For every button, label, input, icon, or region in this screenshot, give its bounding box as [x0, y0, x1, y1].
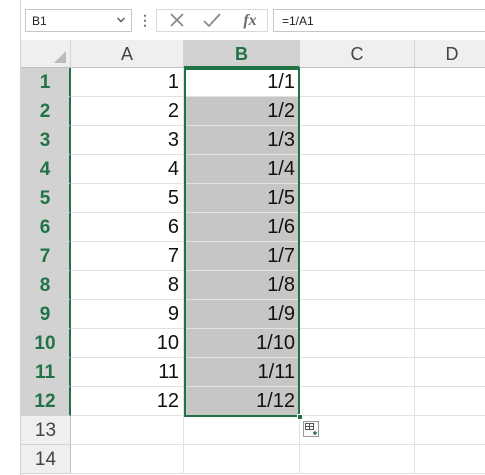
row-header-12[interactable]: 12 [21, 387, 71, 416]
cell-c10[interactable] [300, 329, 415, 358]
cell-a13[interactable] [71, 416, 184, 445]
cell-c2[interactable] [300, 97, 415, 126]
cell-d6[interactable] [415, 213, 485, 242]
cell-c1[interactable] [300, 68, 415, 97]
row-header-14[interactable]: 14 [21, 445, 71, 474]
cell-a11[interactable]: 11 [71, 358, 184, 387]
cell-a8[interactable]: 8 [71, 271, 184, 300]
cell-d10[interactable] [415, 329, 485, 358]
cell-c4[interactable] [300, 155, 415, 184]
formula-bar: B1 ⋮ fx =1/A1 [0, 0, 485, 40]
row-header-4[interactable]: 4 [21, 155, 71, 184]
window-edge [20, 0, 21, 40]
cell-c6[interactable] [300, 213, 415, 242]
cell-d11[interactable] [415, 358, 485, 387]
cell-d8[interactable] [415, 271, 485, 300]
cell-a9[interactable]: 9 [71, 300, 184, 329]
cell-d12[interactable] [415, 387, 485, 416]
cell-c3[interactable] [300, 126, 415, 155]
cell-d14[interactable] [415, 445, 485, 474]
cell-b8[interactable]: 1/8 [184, 271, 300, 300]
quick-analysis-icon[interactable] [303, 421, 319, 437]
formula-tools: fx [156, 9, 268, 32]
row-header-3[interactable]: 3 [21, 126, 71, 155]
cell-d3[interactable] [415, 126, 485, 155]
cell-a4[interactable]: 4 [71, 155, 184, 184]
chevron-down-icon[interactable] [116, 12, 126, 31]
column-header-c[interactable]: C [300, 40, 415, 68]
cell-b10[interactable]: 1/10 [184, 329, 300, 358]
cell-d7[interactable] [415, 242, 485, 271]
cell-b4[interactable]: 1/4 [184, 155, 300, 184]
row-header-6[interactable]: 6 [21, 213, 71, 242]
formula-value: =1/A1 [282, 14, 314, 28]
cell-a2[interactable]: 2 [71, 97, 184, 126]
row-header-11[interactable]: 11 [21, 358, 71, 387]
cell-d4[interactable] [415, 155, 485, 184]
enter-check-icon[interactable] [202, 10, 222, 32]
cell-a14[interactable] [71, 445, 184, 474]
column-header-b[interactable]: B [184, 40, 300, 68]
cell-b1[interactable]: 1/1 [184, 68, 300, 97]
cell-a3[interactable]: 3 [71, 126, 184, 155]
cell-c5[interactable] [300, 184, 415, 213]
cell-b11[interactable]: 1/11 [184, 358, 300, 387]
cell-c8[interactable] [300, 271, 415, 300]
cell-a1[interactable]: 1 [71, 68, 184, 97]
row-header-2[interactable]: 2 [21, 97, 71, 126]
row-header-10[interactable]: 10 [21, 329, 71, 358]
cell-d5[interactable] [415, 184, 485, 213]
insert-function-icon[interactable]: fx [239, 10, 261, 32]
cell-b6[interactable]: 1/6 [184, 213, 300, 242]
column-header-a[interactable]: A [71, 40, 184, 68]
cell-b7[interactable]: 1/7 [184, 242, 300, 271]
cell-d9[interactable] [415, 300, 485, 329]
cell-a10[interactable]: 10 [71, 329, 184, 358]
formula-input[interactable]: =1/A1 [273, 9, 485, 32]
cell-b2[interactable]: 1/2 [184, 97, 300, 126]
fill-handle[interactable] [297, 414, 303, 420]
row-header-1[interactable]: 1 [21, 68, 71, 97]
row-header-7[interactable]: 7 [21, 242, 71, 271]
cell-b9[interactable]: 1/9 [184, 300, 300, 329]
cell-c9[interactable] [300, 300, 415, 329]
cell-b3[interactable]: 1/3 [184, 126, 300, 155]
more-options-icon[interactable]: ⋮ [138, 11, 152, 29]
row-header-5[interactable]: 5 [21, 184, 71, 213]
row-header-9[interactable]: 9 [21, 300, 71, 329]
row-header-8[interactable]: 8 [21, 271, 71, 300]
cell-d2[interactable] [415, 97, 485, 126]
cell-d13[interactable] [415, 416, 485, 445]
name-box-value: B1 [32, 14, 47, 28]
cell-d1[interactable] [415, 68, 485, 97]
cell-b5[interactable]: 1/5 [184, 184, 300, 213]
column-header-d[interactable]: D [415, 40, 485, 68]
cell-b14[interactable] [184, 445, 300, 474]
cell-c7[interactable] [300, 242, 415, 271]
cell-b13[interactable] [184, 416, 300, 445]
select-all-button[interactable] [21, 40, 71, 68]
cell-a6[interactable]: 6 [71, 213, 184, 242]
spreadsheet-grid: ABCD 1 1 1/1 2 2 1/2 3 3 1/3 4 4 1/4 5 5 1/5 6 6 1/6 7 7 1/7… [0, 40, 485, 475]
cell-c14[interactable] [300, 445, 415, 474]
cell-b12[interactable]: 1/12 [184, 387, 300, 416]
select-all-triangle-icon [54, 51, 66, 63]
name-box[interactable]: B1 [25, 9, 132, 32]
row-header-13[interactable]: 13 [21, 416, 71, 445]
cancel-icon[interactable] [167, 10, 187, 32]
cell-a12[interactable]: 12 [71, 387, 184, 416]
cell-c12[interactable] [300, 387, 415, 416]
cell-c11[interactable] [300, 358, 415, 387]
cell-a7[interactable]: 7 [71, 242, 184, 271]
cell-a5[interactable]: 5 [71, 184, 184, 213]
